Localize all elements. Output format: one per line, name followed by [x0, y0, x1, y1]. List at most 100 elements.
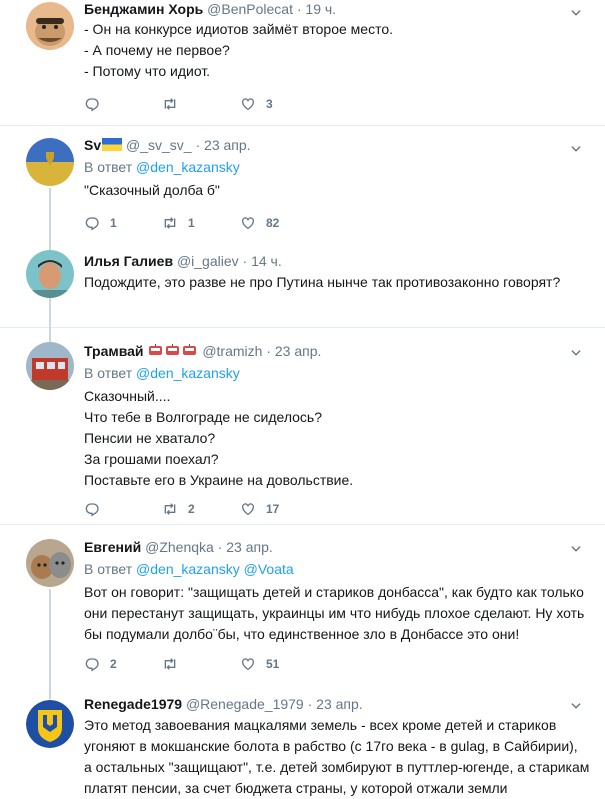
- timestamp[interactable]: · 23 апр.: [218, 539, 273, 555]
- retweet-button[interactable]: [162, 96, 240, 112]
- tweet[interactable]: Бенджамин Хорь @BenPolecat · 19 ч. - Он …: [0, 0, 605, 126]
- author-handle[interactable]: @tramizh: [202, 343, 262, 359]
- retweet-icon: [162, 96, 178, 112]
- retweet-button[interactable]: 2: [162, 501, 240, 517]
- text-line: Вот он говорит: "защищать детей и старик…: [84, 584, 584, 600]
- chevron-down-icon[interactable]: [569, 699, 583, 713]
- timestamp[interactable]: · 23 апр.: [195, 137, 250, 153]
- text-line: платят пенсии, за счет бюджета страны, у…: [84, 780, 508, 796]
- like-count: 82: [266, 216, 280, 230]
- timestamp[interactable]: · 23 апр.: [308, 696, 363, 712]
- author-handle[interactable]: @i_galiev: [177, 253, 239, 269]
- timestamp[interactable]: · 23 апр.: [266, 343, 321, 359]
- text-line: "Сказочный долба б": [84, 182, 220, 198]
- avatar[interactable]: [26, 539, 74, 587]
- text-line: Что тебе в Волгограде не сиделось?: [84, 409, 323, 425]
- text-line: Пенсии не хватало?: [84, 430, 216, 446]
- reply-count: 1: [110, 216, 117, 230]
- text-line: угоняют в мокшанские болота в рабство (с…: [84, 738, 578, 754]
- timestamp[interactable]: · 14 ч.: [243, 253, 282, 269]
- replying-to: В ответ @den_kazansky: [84, 158, 591, 176]
- text-line: они перестанут защищать, украинцы им что…: [84, 605, 585, 621]
- text-line: - Потому что идиот.: [84, 63, 211, 79]
- retweet-icon: [162, 215, 178, 231]
- like-button[interactable]: 51: [240, 656, 318, 672]
- retweet-icon: [162, 501, 178, 517]
- author-name[interactable]: Renegade1979: [84, 696, 182, 712]
- author-name[interactable]: Бенджамин Хорь: [84, 1, 203, 17]
- mention-link[interactable]: @den_kazansky: [136, 159, 240, 175]
- retweet-count: 1: [188, 216, 195, 230]
- tweet-text: Сказочный.... Что тебе в Волгограде не с…: [84, 386, 591, 491]
- like-button[interactable]: 17: [240, 501, 318, 517]
- reply-button[interactable]: 1: [84, 215, 162, 231]
- reply-icon: [84, 215, 100, 231]
- text-line: а остальных "защищают", т.е. детей зомби…: [84, 759, 590, 775]
- tweet-text: "Сказочный долба б": [84, 180, 591, 201]
- author-name[interactable]: Трамвай: [84, 343, 144, 359]
- tweet-text: Вот он говорит: "защищать детей и старик…: [84, 582, 591, 645]
- replying-to: В ответ @den_kazansky: [84, 364, 591, 382]
- tram-emoji-icon: [149, 344, 163, 355]
- mention-link[interactable]: @den_kazansky: [136, 365, 240, 381]
- text-line: Поставьте его в Украине на довольствие.: [84, 472, 354, 488]
- text-line: За грошами поехал?: [84, 451, 219, 467]
- mention-link[interactable]: @den_kazansky @Voata: [136, 561, 294, 577]
- like-button[interactable]: 82: [240, 215, 318, 231]
- reply-button[interactable]: 2: [84, 656, 162, 672]
- thread-line: [49, 589, 51, 699]
- tram-emoji-icon: [183, 344, 197, 355]
- text-line: - Он на конкурсе идиотов займёт второе м…: [84, 21, 394, 37]
- reply-icon: [84, 656, 100, 672]
- heart-icon: [240, 501, 256, 517]
- author-handle[interactable]: @Zhenqka: [145, 539, 214, 555]
- text-line: - А почему не первое?: [84, 42, 230, 58]
- heart-icon: [240, 215, 256, 231]
- reply-icon: [84, 96, 100, 112]
- text-line: Подождите, это разве не про Путина нынче…: [84, 274, 561, 290]
- reply-prefix: В ответ: [84, 561, 133, 577]
- like-button[interactable]: 3: [240, 96, 318, 112]
- tweet-thread: Евгений @Zhenqka · 23 апр. В ответ @den_…: [0, 525, 605, 796]
- author-handle[interactable]: @_sv_sv_: [126, 137, 192, 153]
- replying-to: В ответ @den_kazansky @Voata: [84, 560, 591, 578]
- reply-count: 2: [110, 657, 117, 671]
- tram-emoji-icon: [166, 344, 180, 355]
- author-handle[interactable]: @Renegade_1979: [186, 696, 304, 712]
- avatar[interactable]: [26, 342, 74, 390]
- retweet-button[interactable]: [162, 656, 240, 672]
- reply-prefix: В ответ: [84, 365, 133, 381]
- timestamp[interactable]: · 19 ч.: [297, 1, 336, 17]
- chevron-down-icon[interactable]: [569, 142, 583, 156]
- reply-button[interactable]: [84, 96, 162, 112]
- retweet-count: 2: [188, 502, 195, 516]
- avatar[interactable]: [26, 2, 74, 50]
- retweet-icon: [162, 656, 178, 672]
- reply-icon: [84, 501, 100, 517]
- heart-icon: [240, 96, 256, 112]
- tweet-text: Это метод завоевания мацкалями земель - …: [84, 715, 591, 799]
- author-name[interactable]: Илья Галиев: [84, 253, 173, 269]
- chevron-down-icon[interactable]: [569, 6, 583, 20]
- tweet[interactable]: Трамвай @tramizh · 23 апр. В ответ @den_…: [0, 328, 605, 525]
- ukraine-flag-icon: [102, 138, 123, 151]
- reply-button[interactable]: [84, 501, 162, 517]
- text-line: Это метод завоевания мацкалями земель - …: [84, 717, 557, 733]
- text-line: Сказочный....: [84, 388, 171, 404]
- avatar[interactable]: [26, 138, 74, 186]
- like-count: 17: [266, 502, 280, 516]
- retweet-button[interactable]: 1: [162, 215, 240, 231]
- reply-prefix: В ответ: [84, 159, 133, 175]
- chevron-down-icon[interactable]: [569, 346, 583, 360]
- like-count: 51: [266, 657, 280, 671]
- tweet-text: - Он на конкурсе идиотов займёт второе м…: [84, 19, 591, 82]
- chevron-down-icon[interactable]: [569, 542, 583, 556]
- author-name[interactable]: Евгений: [84, 539, 141, 555]
- text-line: бы подумали долбо¨бы, что единственное з…: [84, 626, 520, 642]
- author-handle[interactable]: @BenPolecat: [207, 1, 293, 17]
- tweet-thread: Sv @_sv_sv_ · 23 апр. В ответ @den_kazan…: [0, 126, 605, 371]
- like-count: 3: [266, 97, 273, 111]
- avatar[interactable]: [26, 250, 74, 298]
- author-name[interactable]: Sv: [84, 137, 101, 153]
- avatar[interactable]: [26, 700, 74, 748]
